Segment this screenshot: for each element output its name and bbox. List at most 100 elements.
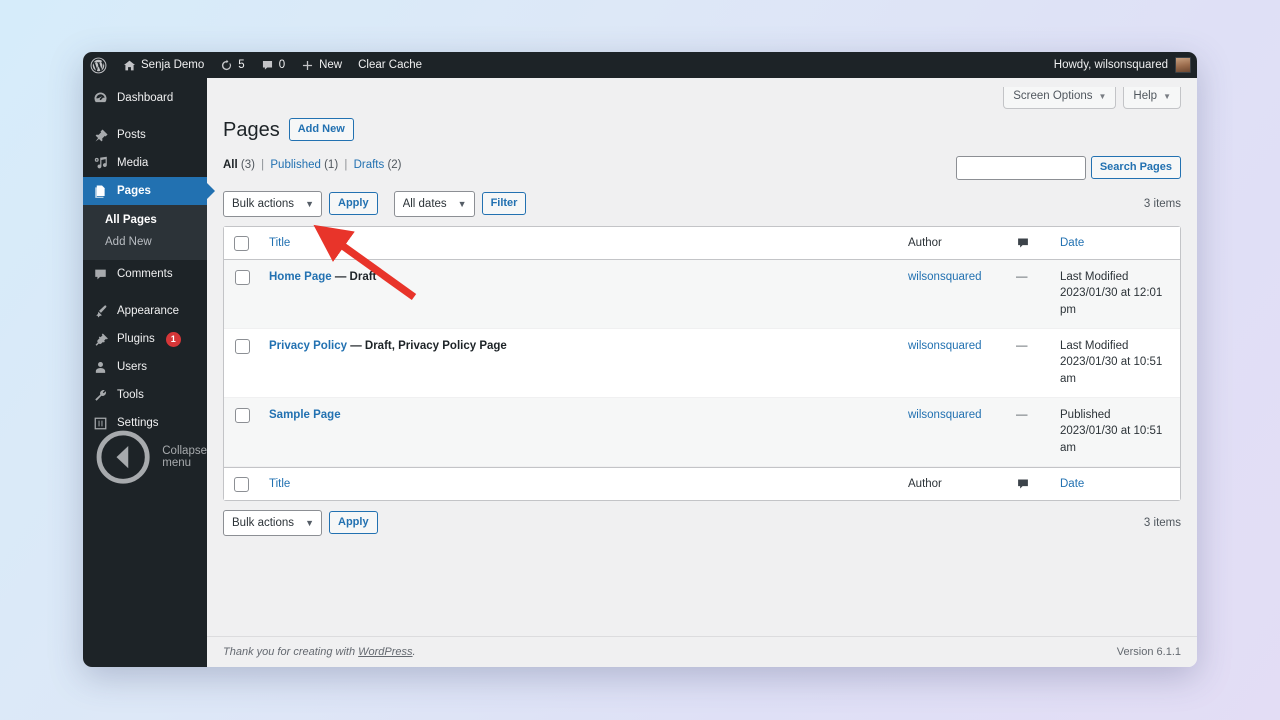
- chevron-down-icon: ▼: [1098, 91, 1107, 101]
- table-header-row: Title Author Date: [224, 226, 1180, 260]
- select-all-header: [224, 226, 259, 260]
- footer-thanks-prefix: Thank you for creating with: [223, 646, 359, 658]
- sort-date-link-footer[interactable]: Date: [1060, 478, 1084, 490]
- select-all-checkbox-footer[interactable]: [234, 476, 249, 492]
- date-value: 2023/01/30 at 12:01 pm: [1060, 287, 1163, 316]
- updates-menu[interactable]: 5: [212, 52, 252, 78]
- filter-all-count: (3): [240, 158, 255, 171]
- wordpress-link[interactable]: WordPress: [358, 646, 412, 658]
- sidebar-item-plugins[interactable]: Plugins 1: [83, 325, 207, 353]
- sidebar-item-label: Dashboard: [117, 92, 174, 104]
- admin-content: Screen Options ▼ Help ▼ Pages Add New Al…: [207, 78, 1197, 667]
- dates-filter-select[interactable]: All dates: [393, 190, 475, 217]
- brush-icon: [96, 304, 107, 317]
- my-account-menu[interactable]: Howdy, wilsonsquared: [1054, 57, 1197, 73]
- page-title: Pages: [223, 118, 280, 141]
- column-footer-comments[interactable]: [1006, 466, 1050, 500]
- table-row[interactable]: Sample Page wilsonsquared — Published 20…: [224, 397, 1180, 467]
- clear-cache-menu[interactable]: Clear Cache: [350, 52, 430, 78]
- search-input[interactable]: [955, 155, 1086, 180]
- select-all-checkbox[interactable]: [234, 235, 249, 251]
- sidebar-item-tools[interactable]: Tools: [83, 381, 207, 409]
- status-filter-links: All (3) | Published (1) | Drafts (2): [223, 156, 402, 174]
- updates-count: 5: [238, 59, 245, 71]
- author-link[interactable]: wilsonsquared: [908, 340, 982, 352]
- plugins-update-badge: 1: [165, 331, 181, 347]
- row-author-cell: wilsonsquared: [898, 259, 1006, 329]
- site-name-label: Senja Demo: [141, 59, 205, 71]
- row-checkbox[interactable]: [235, 269, 250, 285]
- filter-published-label[interactable]: Published: [270, 159, 321, 171]
- date-status: Published: [1060, 408, 1111, 421]
- apply-button-bottom[interactable]: Apply: [329, 510, 378, 535]
- search-pages-button[interactable]: Search Pages: [1090, 155, 1181, 180]
- page-title-link[interactable]: Sample Page: [269, 409, 341, 421]
- author-link[interactable]: wilsonsquared: [908, 409, 982, 421]
- sort-date-link[interactable]: Date: [1060, 237, 1084, 249]
- page-title-link[interactable]: Privacy Policy: [269, 340, 347, 352]
- row-date-cell: Last Modified 2023/01/30 at 10:51 am: [1050, 329, 1180, 398]
- comments-count: —: [1016, 408, 1028, 421]
- filter-separator: |: [344, 158, 348, 171]
- sidebar-item-posts[interactable]: Posts: [83, 121, 207, 149]
- sidebar-item-comments[interactable]: Comments: [83, 260, 207, 288]
- filter-separator: |: [261, 158, 265, 171]
- column-header-comments[interactable]: [1006, 226, 1050, 260]
- sidebar-subitem-add-new[interactable]: Add New: [83, 231, 207, 253]
- table-row[interactable]: Home Page — Draft wilsonsquared — Last M…: [224, 259, 1180, 329]
- bulk-actions-select[interactable]: Bulk actions: [223, 190, 322, 217]
- chevron-down-icon: ▼: [1163, 91, 1171, 101]
- sidebar-subitem-all-pages[interactable]: All Pages: [83, 209, 207, 231]
- row-select-cell: [224, 397, 259, 467]
- bulk-actions-select-bottom[interactable]: Bulk actions: [223, 509, 322, 536]
- comments-menu[interactable]: 0: [253, 52, 293, 78]
- help-button[interactable]: Help ▼: [1123, 87, 1181, 109]
- column-header-date[interactable]: Date: [1050, 226, 1180, 260]
- sidebar-item-label: Media: [117, 157, 149, 169]
- table-foot: Title Author Date: [224, 466, 1180, 500]
- page-header: Pages Add New: [223, 117, 1181, 143]
- page-state-label: — Draft: [334, 270, 377, 283]
- row-checkbox[interactable]: [235, 407, 250, 423]
- screen-meta-links: Screen Options ▼ Help ▼: [223, 78, 1181, 109]
- column-footer-date[interactable]: Date: [1050, 466, 1180, 500]
- column-header-title[interactable]: Title: [259, 226, 898, 260]
- column-footer-author: Author: [898, 466, 1006, 500]
- sidebar-item-users[interactable]: Users: [83, 353, 207, 381]
- sidebar-item-media[interactable]: Media: [83, 149, 207, 177]
- row-checkbox[interactable]: [235, 338, 250, 354]
- new-content-menu[interactable]: New: [293, 52, 350, 78]
- filter-all-label[interactable]: All: [223, 159, 238, 171]
- filter-drafts-label[interactable]: Drafts: [354, 159, 385, 171]
- sidebar-item-pages[interactable]: Pages: [83, 177, 207, 205]
- select-all-footer: [224, 466, 259, 500]
- sidebar-item-settings[interactable]: Settings: [83, 409, 207, 437]
- footer-version: Version 6.1.1: [1116, 646, 1181, 658]
- sidebar-item-label: Appearance: [117, 305, 180, 317]
- collapse-menu-button[interactable]: Collapse menu: [83, 430, 207, 484]
- bulk-actions-select-wrap: Bulk actions ▼: [223, 190, 322, 217]
- sidebar-item-label: Plugins: [117, 333, 155, 345]
- site-name-menu[interactable]: Senja Demo: [115, 52, 212, 78]
- filter-button[interactable]: Filter: [481, 191, 527, 216]
- sidebar-item-label: Tools: [117, 389, 144, 401]
- table-row[interactable]: Privacy Policy — Draft, Privacy Policy P…: [224, 329, 1180, 398]
- wp-logo-menu[interactable]: [83, 52, 115, 78]
- sidebar-item-dashboard[interactable]: Dashboard: [83, 84, 207, 112]
- sidebar-item-appearance[interactable]: Appearance: [83, 297, 207, 325]
- author-link[interactable]: wilsonsquared: [908, 271, 982, 283]
- row-comments-cell: —: [1006, 397, 1050, 467]
- page-title-link[interactable]: Home Page: [269, 271, 332, 283]
- add-new-button[interactable]: Add New: [288, 117, 354, 142]
- pin-icon: [95, 129, 108, 141]
- apply-button-top[interactable]: Apply: [329, 191, 378, 216]
- sort-title-link[interactable]: Title: [269, 237, 290, 249]
- date-status: Last Modified: [1060, 339, 1129, 352]
- sidebar-divider: [83, 288, 207, 297]
- column-footer-title[interactable]: Title: [259, 466, 898, 500]
- sort-title-link-footer[interactable]: Title: [269, 478, 290, 490]
- date-status: Last Modified: [1060, 270, 1129, 283]
- sidebar-item-label: Pages: [117, 185, 151, 197]
- comment-icon: [262, 60, 272, 70]
- screen-options-button[interactable]: Screen Options ▼: [1003, 87, 1117, 109]
